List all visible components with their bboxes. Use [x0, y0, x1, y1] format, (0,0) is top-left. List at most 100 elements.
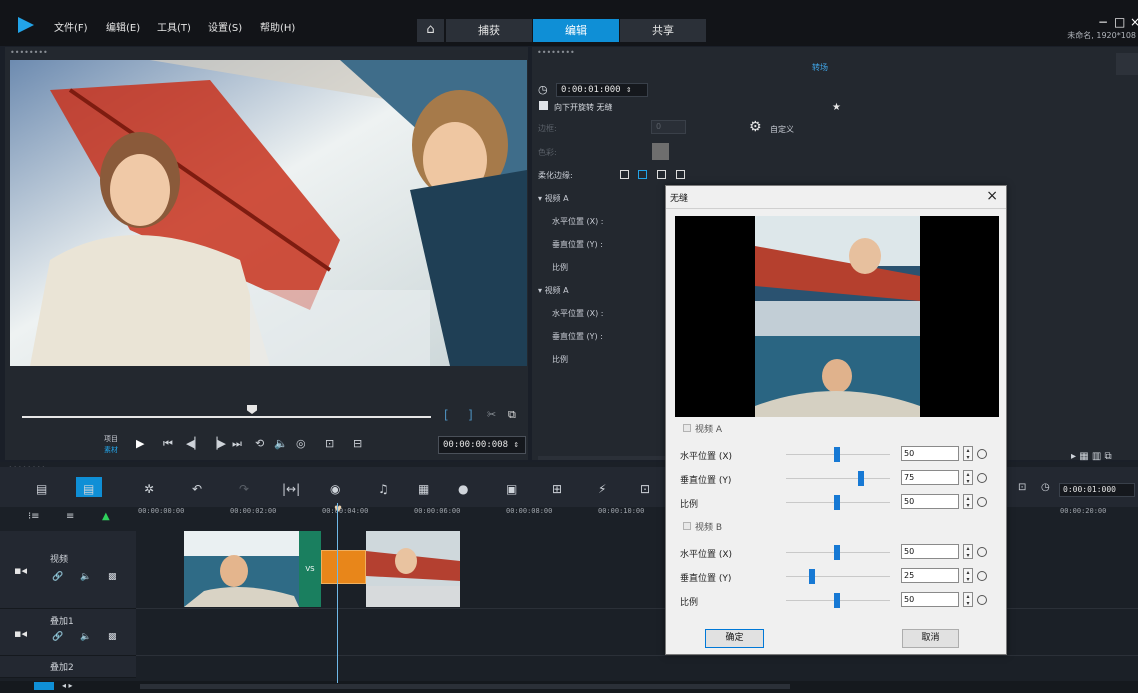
zoom-fit-icon[interactable]: ⊡ — [1018, 482, 1026, 493]
scissors-icon[interactable]: ✂ — [487, 408, 496, 421]
prev-frame-icon[interactable]: ◀▏ — [186, 437, 203, 450]
mute-pattern-icon[interactable]: ▩ — [108, 632, 117, 642]
a-h-spin[interactable]: ▴ ▾ — [963, 446, 973, 461]
mark-in-icon[interactable]: [ — [444, 408, 449, 422]
custom-label[interactable]: 自定义 — [770, 124, 794, 135]
soft-edge-none[interactable] — [620, 170, 629, 179]
preview-scrubber[interactable] — [22, 416, 431, 418]
a-v-spin[interactable]: ▴ ▾ — [963, 470, 973, 485]
tab-capture[interactable]: 捕获 — [446, 19, 532, 42]
speaker-icon[interactable]: 🔈 — [80, 572, 91, 582]
tools-icon[interactable]: ✲ — [144, 482, 154, 496]
scroll-thumb[interactable] — [140, 684, 790, 689]
minimize-icon[interactable]: − — [1098, 15, 1108, 29]
soft-edge-strong[interactable] — [676, 170, 685, 179]
a-scale-slider-thumb[interactable] — [834, 495, 840, 510]
a-scale-input[interactable]: 50 — [901, 494, 959, 509]
audio-mix-icon[interactable]: ♫ — [378, 482, 389, 496]
timeline-timecode[interactable]: 0:00:01:000 — [1059, 483, 1135, 497]
duration-input[interactable]: 0:00:01:000 ⇕ — [556, 83, 648, 97]
hd-icon[interactable]: ◎ — [296, 437, 306, 450]
storyboard-icon[interactable]: ▤ — [36, 482, 47, 496]
a-v-slider-thumb[interactable] — [858, 471, 864, 486]
reset-icon[interactable] — [977, 595, 987, 605]
multicam-icon[interactable]: ▦ — [418, 482, 429, 496]
transition-clip[interactable]: VS — [299, 531, 321, 607]
menu-edit[interactable]: 编辑(E) — [106, 19, 140, 34]
video-clip-1[interactable] — [184, 531, 299, 607]
copy-icon[interactable]: ⧉ — [508, 408, 516, 422]
close-icon[interactable]: × — [1130, 15, 1138, 29]
end-icon[interactable]: ⏭ — [232, 437, 242, 451]
effects-icon[interactable]: ⚡ — [598, 482, 606, 496]
b-h-spin[interactable]: ▴ ▾ — [963, 544, 973, 559]
video-a-section-2[interactable]: ▾ 视频 A — [538, 285, 569, 296]
reset-icon[interactable] — [977, 473, 987, 483]
track-manager-icon[interactable]: ⁝≡ — [28, 511, 40, 522]
motion-icon[interactable]: ● — [458, 482, 468, 496]
ok-button[interactable]: 确定 — [705, 629, 764, 648]
a-v-slider[interactable] — [786, 478, 890, 479]
playhead-marker-icon[interactable]: ♥ — [334, 505, 342, 515]
view-toggle-icon[interactable]: ▸ ▦ ▥ ⧉ — [1071, 451, 1112, 462]
b-scale-slider-thumb[interactable] — [834, 593, 840, 608]
b-scale-spin[interactable]: ▴ ▾ — [963, 592, 973, 607]
favorite-icon[interactable]: ★ — [832, 102, 841, 113]
b-h-slider-thumb[interactable] — [834, 545, 840, 560]
b-v-input[interactable]: 25 — [901, 568, 959, 583]
b-v-slider-thumb[interactable] — [809, 569, 815, 584]
fit-icon[interactable]: |↔| — [282, 482, 300, 496]
a-v-input[interactable]: 75 — [901, 470, 959, 485]
maximize-icon[interactable]: □ — [1114, 15, 1125, 29]
home-start-icon[interactable]: ⏮ — [163, 437, 173, 451]
title-icon[interactable]: ▣ — [506, 482, 517, 496]
tab-edit[interactable]: 编辑 — [533, 19, 619, 42]
link-icon[interactable]: 🔗 — [52, 572, 63, 582]
video-a-checkbox[interactable] — [683, 424, 691, 432]
repeat-icon[interactable]: ⟲ — [255, 437, 264, 450]
menu-settings[interactable]: 设置(S) — [208, 19, 242, 34]
menu-help[interactable]: 帮助(H) — [260, 19, 295, 34]
link-icon[interactable]: 🔗 — [52, 632, 63, 642]
speaker-icon[interactable]: 🔈 — [80, 632, 91, 642]
b-scale-input[interactable]: 50 — [901, 592, 959, 607]
resize-icon[interactable]: ⊡ — [325, 437, 334, 450]
reset-icon[interactable] — [977, 497, 987, 507]
timeline-view-icon[interactable]: ▤ — [83, 482, 94, 496]
video-clip-2[interactable] — [366, 531, 460, 607]
scroll-arrows-icon[interactable]: ◂ ▸ — [62, 681, 73, 690]
a-h-slider-thumb[interactable] — [834, 447, 840, 462]
play-icon[interactable]: ▶ — [136, 437, 144, 450]
redo-icon[interactable]: ↷ — [239, 482, 249, 496]
soft-edge-weak[interactable] — [638, 170, 647, 179]
speaker-icon[interactable]: 🔈 — [274, 437, 288, 450]
add-marker-icon[interactable]: ▲ — [102, 511, 110, 522]
a-scale-spin[interactable]: ▴ ▾ — [963, 494, 973, 509]
project-mode[interactable]: 项目 — [104, 434, 118, 444]
timeline-playhead[interactable] — [337, 503, 338, 683]
mark-out-icon[interactable]: ] — [468, 408, 473, 422]
zoom-slider-icon[interactable] — [34, 682, 54, 690]
panel-grip-right[interactable]: •••••••• — [537, 48, 575, 57]
clip-mode[interactable]: 素材 — [104, 445, 118, 455]
reset-icon[interactable] — [977, 547, 987, 557]
b-v-spin[interactable]: ▴ ▾ — [963, 568, 973, 583]
preview-timecode[interactable]: 00:00:00:008 ⇕ — [438, 436, 526, 454]
b-h-input[interactable]: 50 — [901, 544, 959, 559]
close-icon[interactable]: × — [986, 188, 998, 204]
reset-icon[interactable] — [977, 449, 987, 459]
selected-transition[interactable] — [321, 550, 366, 584]
undo-icon[interactable]: ↶ — [192, 482, 202, 496]
home-icon[interactable]: ⌂ — [417, 19, 444, 42]
chapter-icon[interactable]: ≡ — [66, 511, 74, 522]
soft-edge-medium[interactable] — [657, 170, 666, 179]
record-icon[interactable]: ◉ — [330, 482, 340, 496]
split-icon[interactable]: ⊞ — [552, 482, 562, 496]
menu-tools[interactable]: 工具(T) — [157, 19, 191, 34]
a-h-input[interactable]: 50 — [901, 446, 959, 461]
video-a-section-1[interactable]: ▾ 视频 A — [538, 193, 569, 204]
menu-file[interactable]: 文件(F) — [54, 19, 88, 34]
tab-share[interactable]: 共享 — [620, 19, 706, 42]
b-v-slider[interactable] — [786, 576, 890, 577]
panel-grip[interactable]: •••••••• — [10, 48, 48, 57]
